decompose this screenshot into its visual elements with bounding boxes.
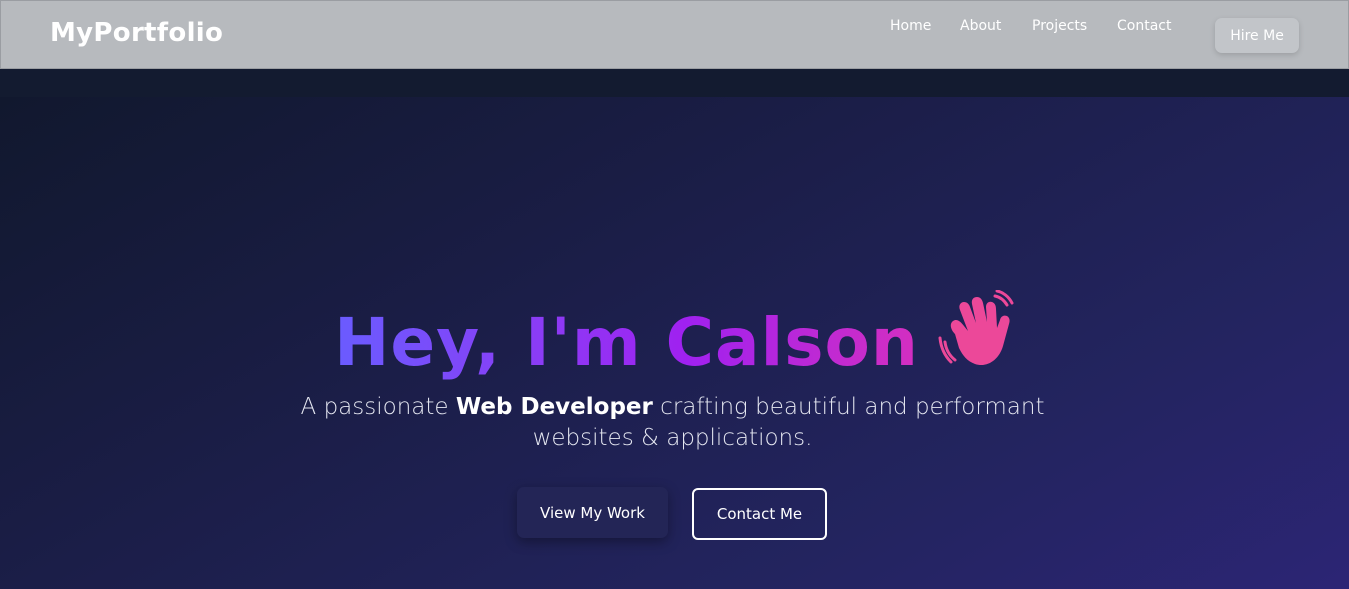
nav-home[interactable]: Home (890, 18, 931, 34)
nav-about[interactable]: About (960, 18, 1001, 34)
navbar: MyPortfolio Home About Projects Contact … (0, 0, 1349, 69)
site-logo[interactable]: MyPortfolio (50, 18, 223, 48)
view-my-work-button[interactable]: View My Work (517, 487, 668, 538)
subtitle-role: Web Developer (455, 394, 653, 420)
hero-top-band (0, 69, 1349, 97)
hire-me-button[interactable]: Hire Me (1215, 18, 1299, 53)
subtitle-intro: A passionate (300, 394, 456, 420)
hero-greeting: Hey, I'm Calson (334, 304, 919, 382)
hero-headline: Hey, I'm Calson (0, 289, 1349, 396)
nav-contact[interactable]: Contact (1117, 18, 1171, 34)
nav-projects[interactable]: Projects (1032, 18, 1087, 34)
waving-hand-icon (937, 289, 1015, 388)
hero-subtitle: A passionate Web Developer crafting beau… (300, 392, 1045, 454)
contact-me-button[interactable]: Contact Me (692, 488, 827, 540)
